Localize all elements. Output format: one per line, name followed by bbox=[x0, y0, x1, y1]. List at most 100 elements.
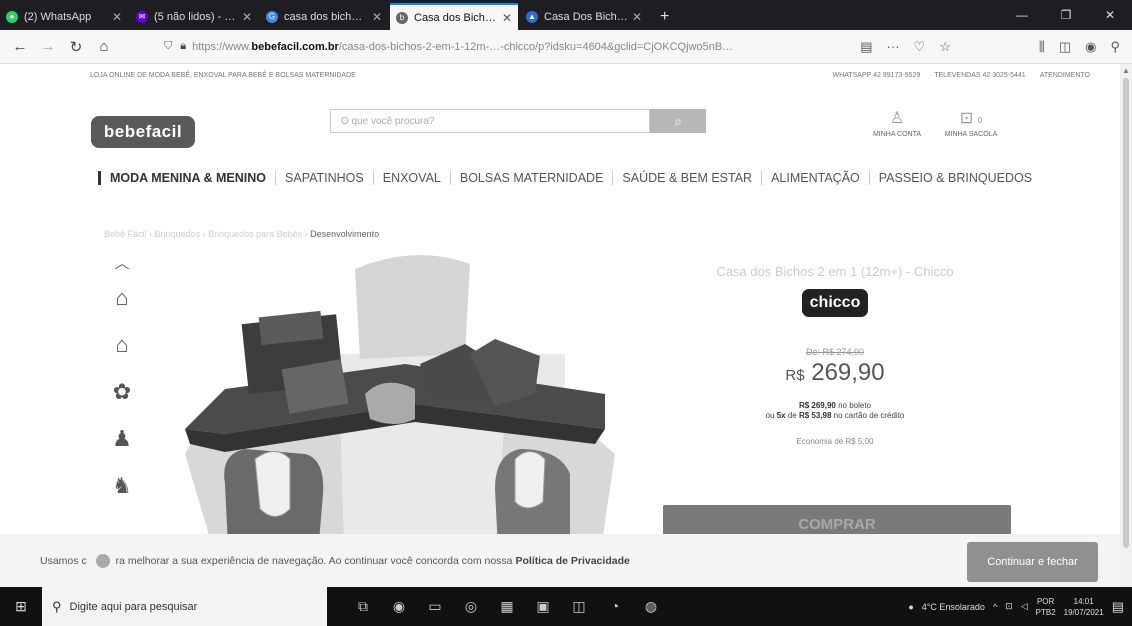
product-thumbnail[interactable]: ⌂ bbox=[99, 279, 145, 317]
tray-chevron-up-icon[interactable]: ^ bbox=[993, 602, 997, 612]
tab-title: Casa dos Bichos 2 em 1 (12m… bbox=[414, 11, 498, 24]
url-path: /casa-dos-bichos-2-em-1-12m-…-chicco/p?i… bbox=[338, 40, 734, 53]
continue-close-button[interactable]: Continuar e fechar bbox=[967, 542, 1098, 582]
bag-icon: ⊡ 0 bbox=[959, 110, 983, 127]
browser-tab-active[interactable]: b Casa dos Bichos 2 em 1 (12m… ✕ bbox=[390, 3, 518, 30]
minimize-icon[interactable]: — bbox=[1000, 0, 1044, 30]
network-icon[interactable]: ⊡ bbox=[1005, 601, 1013, 612]
category-bolsas-maternidade[interactable]: BOLSAS MATERNIDADE bbox=[449, 171, 613, 185]
category-moda-menina-menino[interactable]: MODA MENINA & MENINO bbox=[98, 171, 275, 185]
home-icon[interactable]: ⌂ bbox=[90, 34, 118, 60]
chevron-up-icon[interactable]: ︿ bbox=[96, 252, 148, 273]
category-enxoval[interactable]: ENXOVAL bbox=[372, 171, 450, 185]
sidebar-icon[interactable]: ◫ bbox=[1059, 39, 1071, 55]
chrome-icon[interactable]: ◔ bbox=[607, 598, 623, 615]
category-passeio-brinquedos[interactable]: PASSEIO & BRINQUEDOS bbox=[868, 171, 1041, 185]
top-info-strip: LOJA ONLINE DE MODA BEBÊ, ENXOVAL PARA B… bbox=[90, 72, 1090, 84]
maximize-icon[interactable]: ❐ bbox=[1044, 0, 1088, 30]
language-indicator[interactable]: POR PTB2 bbox=[1036, 596, 1056, 618]
lock-icon[interactable]: 🔒︎ bbox=[180, 40, 186, 53]
site-logo[interactable]: bebefacil bbox=[91, 116, 195, 148]
window-controls: — ❐ ✕ bbox=[1000, 0, 1132, 30]
new-tab-button[interactable]: + bbox=[650, 3, 679, 30]
forward-icon[interactable]: → bbox=[34, 34, 62, 60]
weather-icon[interactable]: ● bbox=[908, 602, 913, 612]
close-tab-icon[interactable]: ✕ bbox=[242, 10, 252, 24]
category-saude-bem-estar[interactable]: SAÚDE & BEM ESTAR bbox=[612, 171, 761, 185]
reader-view-icon[interactable]: ▤ bbox=[860, 39, 872, 55]
taskbar-apps: ⧉ ◉ ▭ ◎ ▦ ▣ ◫ ◔ ◍ bbox=[355, 598, 659, 615]
breadcrumb-item[interactable]: Brinquedos para Bebês bbox=[208, 229, 302, 239]
volume-icon[interactable]: ◁ bbox=[1021, 601, 1028, 612]
whatsapp-contact-link[interactable]: WHATSAPP 42 99173-9529 bbox=[833, 72, 921, 84]
clock[interactable]: 14:01 19/07/2021 bbox=[1064, 596, 1104, 618]
shield-icon[interactable]: ⛉ bbox=[164, 40, 172, 53]
breadcrumb-item[interactable]: Bebê Fácil bbox=[104, 229, 147, 239]
library-icon[interactable]: ⫼ bbox=[1039, 39, 1045, 55]
browser-tab[interactable]: Gcasa dos bichos 2 em 1 - Goog… ✕ bbox=[260, 3, 388, 30]
cookie-text-prefix: Usamos c bbox=[40, 554, 87, 567]
web-page: LOJA ONLINE DE MODA BEBÊ, ENXOVAL PARA B… bbox=[0, 64, 1120, 587]
app-icon[interactable]: ◎ bbox=[463, 598, 479, 615]
page-scrollbar[interactable]: ▲ bbox=[1120, 64, 1132, 587]
task-view-icon[interactable]: ⧉ bbox=[355, 598, 371, 615]
scroll-up-icon[interactable]: ▲ bbox=[1122, 66, 1130, 75]
notifications-icon[interactable]: ▤ bbox=[1112, 599, 1124, 615]
account-icon[interactable]: ◉ bbox=[1085, 39, 1096, 55]
product-thumbnail[interactable]: ⌂ bbox=[99, 326, 145, 364]
file-explorer-icon[interactable]: ▭ bbox=[427, 598, 443, 615]
google-icon: G bbox=[266, 10, 278, 23]
bag-count-badge: 0 bbox=[977, 116, 983, 125]
category-alimentacao[interactable]: ALIMENTAÇÃO bbox=[761, 171, 869, 185]
extensions-icon[interactable]: ⚲ bbox=[1110, 39, 1120, 55]
language-code: POR bbox=[1036, 596, 1055, 606]
browser-tab[interactable]: ● (2) WhatsApp ✕ bbox=[0, 3, 128, 30]
installment-label: no cartão de crédito bbox=[833, 411, 905, 420]
privacy-policy-link[interactable]: Política de Privacidade bbox=[515, 554, 629, 566]
reload-icon[interactable]: ↻ bbox=[62, 34, 90, 60]
firefox-icon[interactable]: ◍ bbox=[643, 598, 659, 615]
televendas-contact-link[interactable]: TELEVENDAS 42 3025-5441 bbox=[934, 72, 1025, 84]
url-bar[interactable]: ⛉ 🔒︎ https://www. bebefacil.com.br/casa-d… bbox=[158, 35, 850, 59]
close-tab-icon[interactable]: ✕ bbox=[502, 11, 512, 25]
brand-logo[interactable]: chicco bbox=[801, 289, 869, 317]
my-bag-link[interactable]: ⊡ 0 MINHA SACOLA bbox=[938, 108, 1004, 138]
close-tab-icon[interactable]: ✕ bbox=[372, 10, 382, 24]
store-icon[interactable]: ▦ bbox=[499, 598, 515, 615]
bookmark-star-icon[interactable]: ☆ bbox=[939, 39, 951, 55]
product-thumbnail[interactable]: ♟ bbox=[99, 420, 145, 458]
product-info: Casa dos Bichos 2 em 1 (12m+) - Chicco c… bbox=[660, 264, 1010, 446]
scrollbar-thumb[interactable] bbox=[1123, 78, 1129, 548]
windows-start-icon[interactable]: ⊞ bbox=[0, 587, 42, 626]
weather-text[interactable]: 4°C Ensolarado bbox=[922, 602, 985, 612]
browser-toolbar-right: ▤ ··· ♡ ☆ ⫼ ◫ ◉ ⚲ bbox=[860, 39, 1120, 55]
browser-tab[interactable]: ✉ (5 não lidos) - equipedec@ya… ✕ bbox=[130, 3, 258, 30]
close-tab-icon[interactable]: ✕ bbox=[112, 10, 122, 24]
back-icon[interactable]: ← bbox=[6, 34, 34, 60]
tab-title: casa dos bichos 2 em 1 - Goog… bbox=[284, 10, 368, 23]
app-icon[interactable]: ◫ bbox=[571, 598, 587, 615]
breadcrumb-current: Desenvolvimento bbox=[310, 229, 380, 239]
close-tab-icon[interactable]: ✕ bbox=[632, 10, 642, 24]
chat-avatar-icon[interactable] bbox=[95, 553, 110, 568]
category-sapatinhos[interactable]: SAPATINHOS bbox=[275, 171, 373, 185]
atendimento-link[interactable]: ATENDIMENTO bbox=[1040, 72, 1090, 84]
my-account-link[interactable]: ♙ MINHA CONTA bbox=[864, 108, 930, 138]
taskbar-search-input[interactable]: ⚲ Digite aqui para pesquisar bbox=[42, 587, 327, 626]
breadcrumb-item[interactable]: Brinquedos bbox=[155, 229, 201, 239]
pocket-icon[interactable]: ♡ bbox=[914, 39, 926, 55]
product-thumbnail[interactable]: ✿ bbox=[99, 373, 145, 411]
search-button[interactable]: ⌕ bbox=[650, 109, 706, 133]
current-price: R$ 269,90 bbox=[660, 359, 1010, 387]
buy-button[interactable]: COMPRAR bbox=[663, 505, 1011, 535]
browser-tab[interactable]: ▲ Casa Dos Bichos 2 Em 1 (12M… ✕ bbox=[520, 3, 648, 30]
search-icon: ⚲ bbox=[52, 598, 62, 614]
app-icon[interactable]: ◉ bbox=[391, 598, 407, 615]
clock-time: 14:01 bbox=[1073, 596, 1094, 606]
product-thumbnail[interactable]: ♞ bbox=[99, 467, 145, 505]
close-window-icon[interactable]: ✕ bbox=[1088, 0, 1132, 30]
app-icon[interactable]: ▣ bbox=[535, 598, 551, 615]
product-thumbnails: ︿ ⌂ ⌂ ✿ ♟ ♞ bbox=[96, 252, 148, 514]
more-actions-icon[interactable]: ··· bbox=[887, 39, 900, 54]
search-input[interactable]: O que você procura? bbox=[330, 109, 650, 133]
